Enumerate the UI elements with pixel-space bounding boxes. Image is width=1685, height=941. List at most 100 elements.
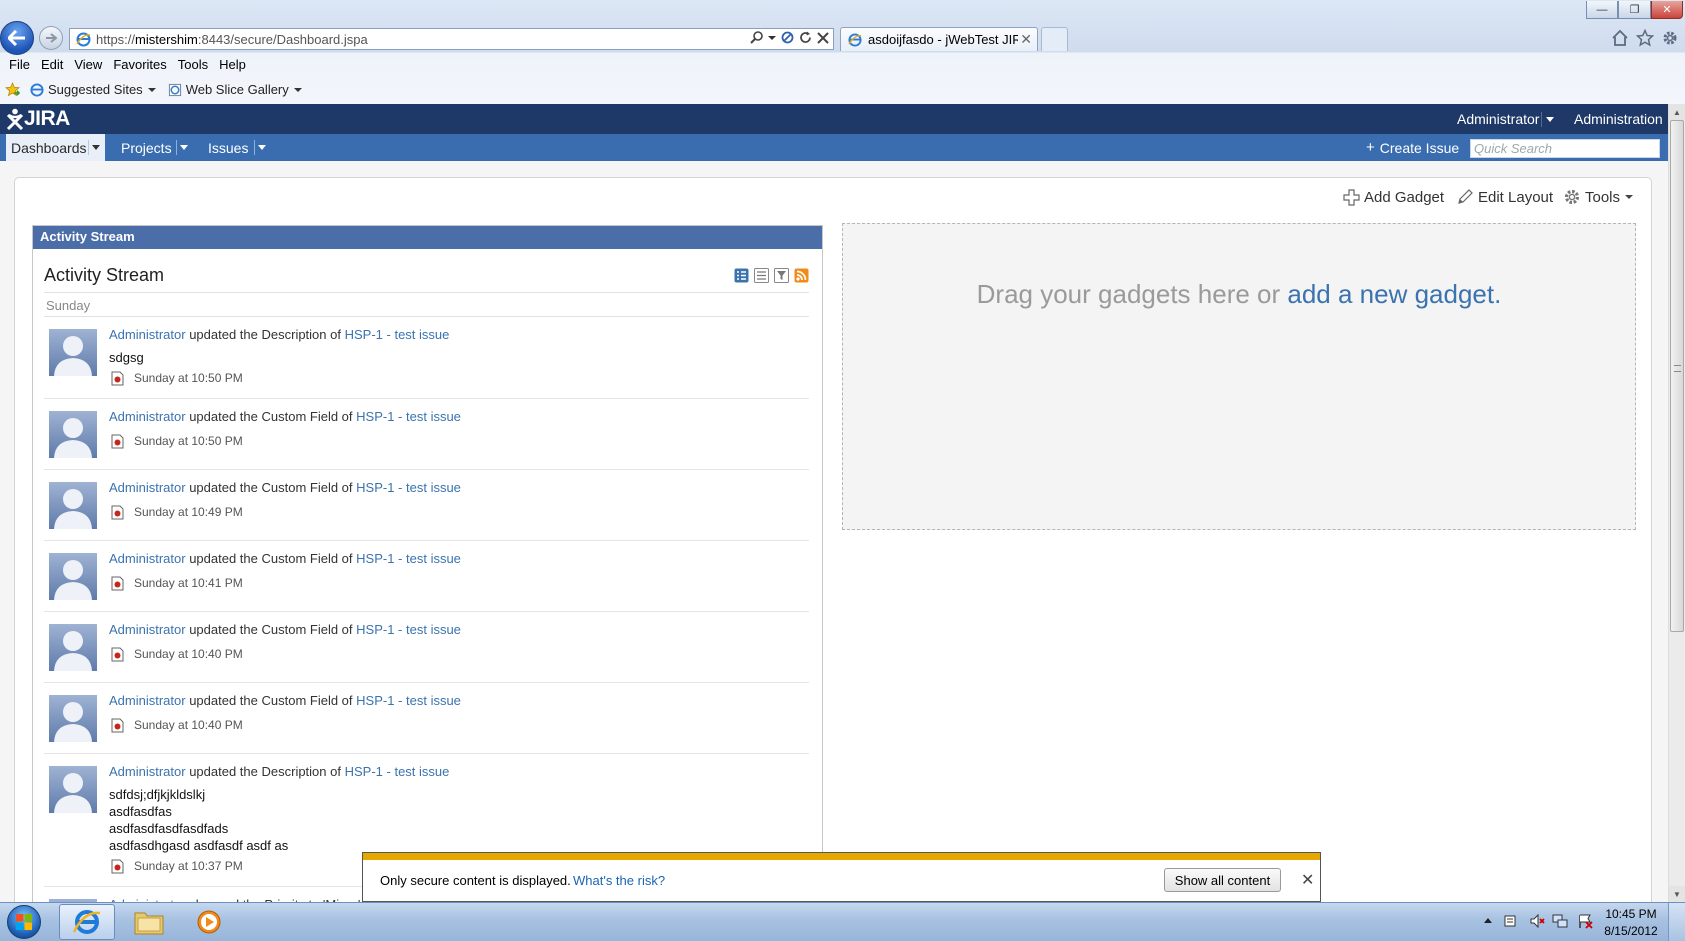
close-icon[interactable]: ✕ xyxy=(1301,870,1314,890)
address-bar[interactable]: https://mistershim:8443/secure/Dashboard… xyxy=(69,28,834,50)
power-flag-icon[interactable] xyxy=(1577,913,1593,929)
url-text[interactable]: https://mistershim:8443/secure/Dashboard… xyxy=(96,32,368,47)
gadget-drop-zone[interactable]: Drag your gadgets here or add a new gadg… xyxy=(842,223,1636,530)
issue-type-icon[interactable] xyxy=(111,434,124,449)
add-new-gadget-link[interactable]: add a new gadget. xyxy=(1287,279,1501,309)
user-link[interactable]: Administrator xyxy=(109,551,186,566)
tools-button[interactable]: Tools xyxy=(1563,188,1634,206)
timestamp-text[interactable]: Sunday at 10:40 PM xyxy=(134,646,243,663)
avatar[interactable] xyxy=(49,766,97,813)
window-close-button[interactable]: ✕ xyxy=(1651,1,1683,19)
gear-icon[interactable] xyxy=(1661,29,1679,47)
show-hidden-icons-icon[interactable] xyxy=(1484,918,1492,923)
user-link[interactable]: Administrator xyxy=(109,480,186,495)
suggested-sites-link[interactable]: Suggested Sites xyxy=(30,82,156,97)
timestamp-text[interactable]: Sunday at 10:40 PM xyxy=(134,717,243,734)
full-view-icon[interactable] xyxy=(734,268,749,283)
administration-link[interactable]: Administration xyxy=(1574,111,1663,127)
avatar[interactable] xyxy=(49,411,97,458)
list-view-icon[interactable] xyxy=(754,267,769,283)
user-link[interactable]: Administrator xyxy=(109,693,186,708)
maximize-button[interactable]: ❐ xyxy=(1618,1,1651,19)
action-center-icon[interactable] xyxy=(1503,913,1519,929)
rss-feed-icon[interactable] xyxy=(794,268,809,283)
issue-type-icon[interactable] xyxy=(111,718,124,733)
issue-type-icon[interactable] xyxy=(111,859,124,874)
minimize-button[interactable]: — xyxy=(1586,1,1618,19)
issue-link[interactable]: HSP-1 - test issue xyxy=(345,327,450,342)
whats-the-risk-link[interactable]: What's the risk? xyxy=(573,873,665,888)
timestamp-text[interactable]: Sunday at 10:41 PM xyxy=(134,575,243,592)
jira-logo[interactable]: JIRA xyxy=(6,107,70,131)
menu-favorites[interactable]: Favorites xyxy=(113,57,166,72)
user-link[interactable]: Administrator xyxy=(109,764,186,779)
gadget-header[interactable]: Activity Stream xyxy=(33,226,822,249)
create-issue-button[interactable]: + Create Issue xyxy=(1366,134,1459,161)
quick-search-input[interactable] xyxy=(1470,139,1660,158)
taskbar-windows-explorer[interactable] xyxy=(132,904,166,940)
issue-type-icon[interactable] xyxy=(111,371,124,386)
issue-type-icon[interactable] xyxy=(111,576,124,591)
scroll-down-arrow[interactable]: ▼ xyxy=(1669,886,1685,902)
add-favorite-star-icon[interactable] xyxy=(5,82,20,97)
timestamp-text[interactable]: Sunday at 10:37 PM xyxy=(134,858,243,875)
timestamp-text[interactable]: Sunday at 10:50 PM xyxy=(134,370,243,387)
menu-edit[interactable]: Edit xyxy=(41,57,63,72)
avatar[interactable] xyxy=(49,695,97,742)
scroll-up-arrow[interactable]: ▲ xyxy=(1669,104,1685,120)
chevron-down-icon[interactable] xyxy=(258,145,266,150)
issue-type-icon[interactable] xyxy=(111,505,124,520)
user-menu[interactable]: Administrator xyxy=(1457,111,1539,127)
search-dropdown-icon[interactable] xyxy=(768,35,776,40)
show-desktop-button[interactable] xyxy=(1668,903,1685,941)
vertical-scrollbar[interactable]: ▲ ▼ xyxy=(1668,104,1685,902)
issue-link[interactable]: HSP-1 - test issue xyxy=(356,693,461,708)
new-tab-button[interactable] xyxy=(1041,27,1068,51)
compat-view-icon[interactable] xyxy=(781,31,794,44)
show-all-content-button[interactable]: Show all content xyxy=(1164,868,1281,892)
system-clock[interactable]: 10:45 PM 8/15/2012 xyxy=(1600,906,1662,940)
favorites-star-icon[interactable] xyxy=(1636,29,1654,47)
back-button[interactable] xyxy=(0,21,34,55)
chevron-down-icon[interactable] xyxy=(180,145,188,150)
home-icon[interactable] xyxy=(1611,29,1629,47)
menu-help[interactable]: Help xyxy=(219,57,246,72)
edit-layout-button[interactable]: Edit Layout xyxy=(1456,188,1553,206)
stop-icon[interactable] xyxy=(817,31,829,44)
browser-tab[interactable]: asdoijfasdo - jWebTest JIR... ✕ xyxy=(840,27,1038,51)
user-menu-dropdown-icon[interactable] xyxy=(1546,117,1554,122)
menu-tools[interactable]: Tools xyxy=(178,57,208,72)
add-gadget-button[interactable]: Add Gadget xyxy=(1343,188,1444,206)
avatar[interactable] xyxy=(49,329,97,376)
chevron-down-icon[interactable] xyxy=(92,145,100,150)
nav-projects[interactable]: Projects xyxy=(121,134,172,161)
filter-icon[interactable] xyxy=(774,267,789,283)
issue-link[interactable]: HSP-1 - test issue xyxy=(356,622,461,637)
web-slice-gallery-link[interactable]: Web Slice Gallery xyxy=(168,82,302,97)
forward-button[interactable] xyxy=(39,26,63,50)
issue-link[interactable]: HSP-1 - test issue xyxy=(356,409,461,424)
scroll-thumb[interactable] xyxy=(1670,120,1684,632)
issue-link[interactable]: HSP-1 - test issue xyxy=(345,764,450,779)
taskbar-media-player[interactable] xyxy=(192,904,226,940)
user-link[interactable]: Administrator xyxy=(109,327,186,342)
issue-link[interactable]: HSP-1 - test issue xyxy=(356,551,461,566)
taskbar-internet-explorer[interactable] xyxy=(59,904,115,940)
avatar[interactable] xyxy=(49,482,97,529)
timestamp-text[interactable]: Sunday at 10:50 PM xyxy=(134,433,243,450)
timestamp-text[interactable]: Sunday at 10:49 PM xyxy=(134,504,243,521)
start-button[interactable] xyxy=(7,905,41,939)
menu-file[interactable]: File xyxy=(9,57,30,72)
search-icon[interactable] xyxy=(750,31,763,44)
refresh-icon[interactable] xyxy=(799,31,812,44)
volume-muted-icon[interactable] xyxy=(1529,913,1545,929)
menu-view[interactable]: View xyxy=(74,57,102,72)
issue-link[interactable]: HSP-1 - test issue xyxy=(356,480,461,495)
issue-type-icon[interactable] xyxy=(111,647,124,662)
avatar[interactable] xyxy=(49,624,97,671)
nav-issues[interactable]: Issues xyxy=(208,134,248,161)
user-link[interactable]: Administrator xyxy=(109,409,186,424)
network-icon[interactable] xyxy=(1552,913,1568,929)
tab-close-icon[interactable]: ✕ xyxy=(1020,31,1032,48)
avatar[interactable] xyxy=(49,553,97,600)
